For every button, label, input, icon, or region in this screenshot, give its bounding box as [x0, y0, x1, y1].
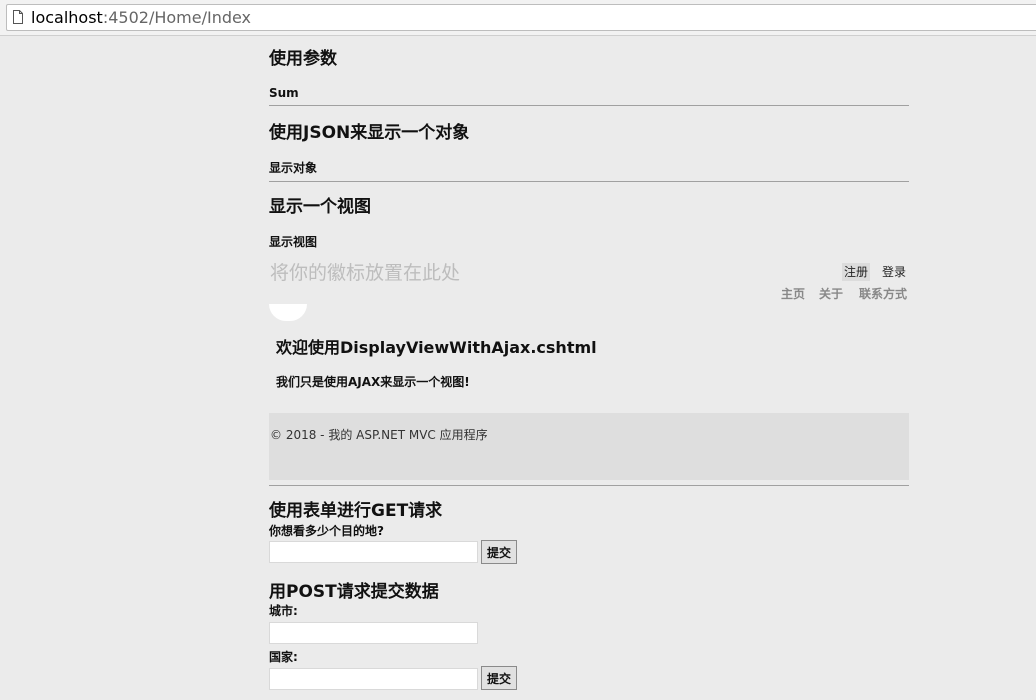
embedded-footer: © 2018 - 我的 ASP.NET MVC 应用程序 — [269, 413, 909, 480]
get-form-heading: 使用表单进行GET请求 — [269, 501, 443, 521]
country-input[interactable] — [269, 668, 478, 690]
browser-address-bar: localhost:4502/Home/Index — [0, 0, 1036, 36]
nav-about-link[interactable]: 关于 — [819, 286, 843, 302]
register-link[interactable]: 注册 — [842, 263, 871, 281]
post-form-heading: 用POST请求提交数据 — [269, 582, 439, 602]
login-link[interactable]: 登录 — [880, 263, 908, 281]
welcome-subtitle: 我们只是使用AJAX来显示一个视图! — [276, 375, 470, 389]
post-submit-button[interactable]: 提交 — [481, 666, 517, 690]
copyright-text: © 2018 - 我的 ASP.NET MVC 应用程序 — [270, 428, 488, 442]
url-field[interactable]: localhost:4502/Home/Index — [6, 4, 1036, 31]
divider — [269, 105, 909, 106]
divider — [269, 181, 909, 182]
url-host: localhost — [31, 8, 103, 27]
destinations-input[interactable] — [269, 541, 478, 563]
nav-home-link[interactable]: 主页 — [781, 286, 805, 302]
page-icon — [13, 10, 23, 24]
city-input[interactable] — [269, 622, 478, 644]
show-view-link[interactable]: 显示视图 — [269, 234, 317, 250]
logo-placeholder[interactable]: 将你的徽标放置在此处 — [270, 261, 460, 285]
view-heading: 显示一个视图 — [269, 197, 371, 217]
url-path: :4502/Home/Index — [102, 8, 252, 27]
params-heading: 使用参数 — [269, 49, 337, 69]
json-heading: 使用JSON来显示一个对象 — [269, 123, 470, 143]
country-label: 国家: — [269, 650, 298, 664]
divider — [269, 485, 909, 486]
sum-link[interactable]: Sum — [269, 85, 299, 101]
url-text: localhost:4502/Home/Index — [31, 8, 251, 28]
nav-contact-link[interactable]: 联系方式 — [859, 286, 907, 302]
welcome-title: 欢迎使用DisplayViewWithAjax.cshtml — [276, 338, 597, 357]
destinations-label: 你想看多少个目的地? — [269, 524, 384, 538]
get-submit-button[interactable]: 提交 — [481, 540, 517, 564]
city-label: 城市: — [269, 604, 298, 618]
show-object-link[interactable]: 显示对象 — [269, 160, 317, 176]
decorative-semicircle — [269, 304, 307, 321]
